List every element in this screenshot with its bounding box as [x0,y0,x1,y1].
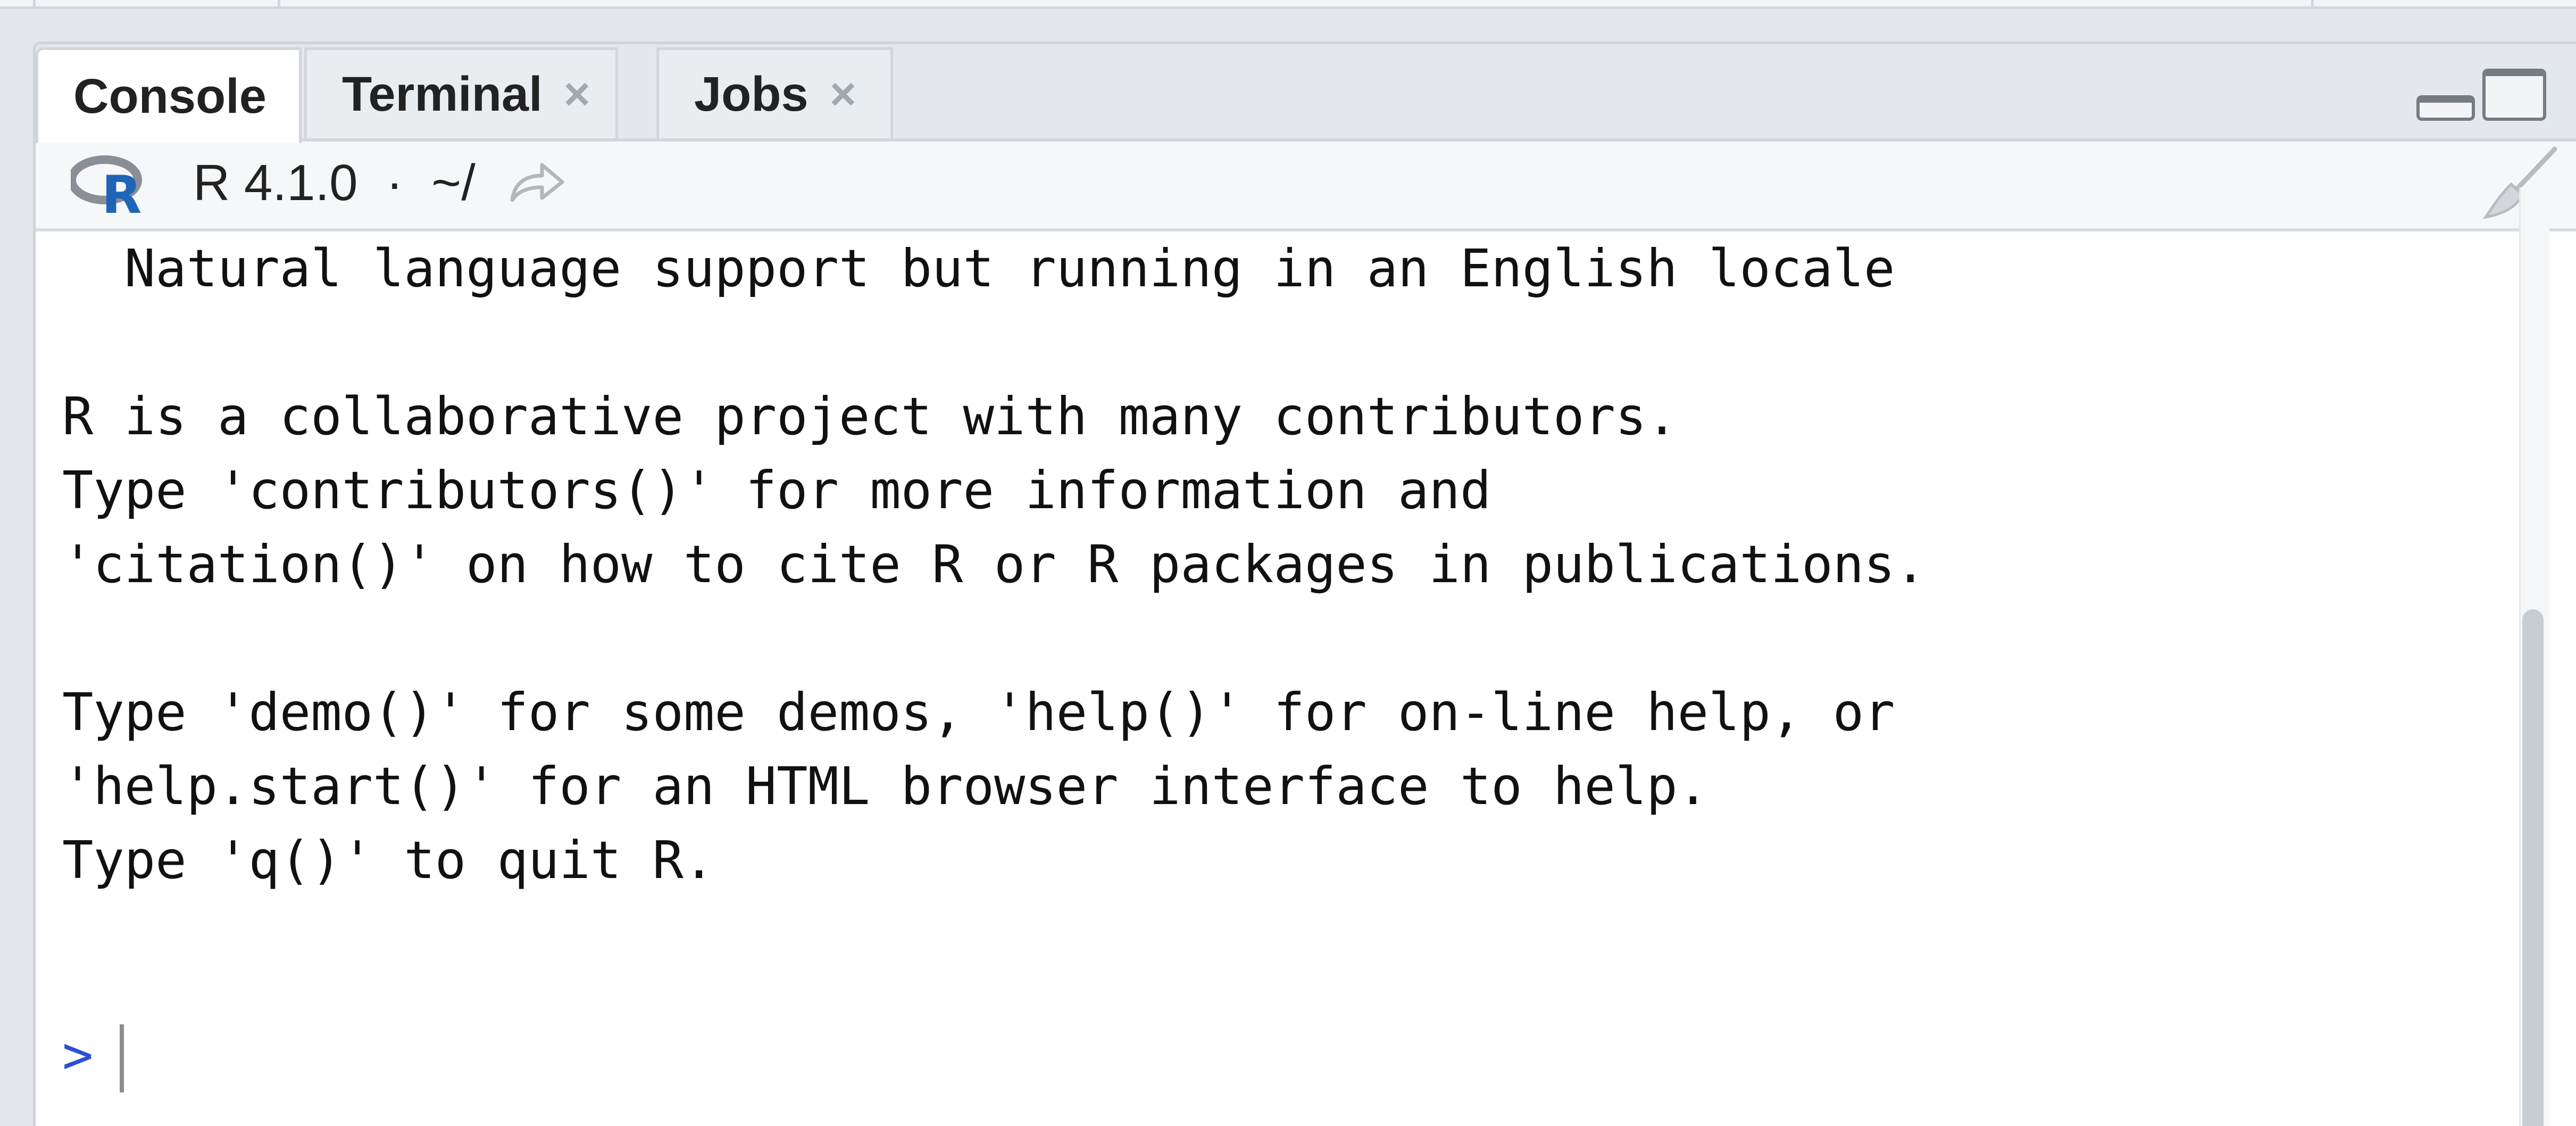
minimize-pane-icon[interactable] [2416,95,2475,121]
r-version: R 4.1.0 [193,154,358,211]
working-directory[interactable]: ~/ [431,154,476,211]
path-separator: · [386,154,403,211]
console-line: Type 'demo()' for some demos, 'help()' f… [62,682,1895,742]
console-line: Type 'contributors()' for more informati… [62,460,1491,520]
console-toolbar: R R 4.1.0 · ~/ [36,142,2576,231]
tab-console[interactable]: Console [36,47,302,143]
tab-jobs-label: Jobs [694,67,808,121]
console-line: R is a collaborative project with many c… [62,386,1678,446]
divider [33,0,36,6]
tab-console-label: Console [73,69,266,123]
r-version-path: R 4.1.0 · ~/ [193,151,476,215]
console-line: Type 'q()' to quit R. [62,830,715,890]
divider [278,0,280,6]
console-output[interactable]: Natural language support but running in … [36,231,2576,1126]
svg-text:R: R [102,165,141,217]
tab-bar: Console Terminal × Jobs × [36,44,2576,143]
r-logo-icon: R [71,155,142,217]
tab-terminal[interactable]: Terminal × [304,47,618,138]
maximize-pane-icon[interactable] [2482,69,2546,121]
divider [2311,0,2314,6]
upper-pane-edge [0,0,2576,9]
rstudio-console-pane-screen: Console Terminal × Jobs × R R 4.1.0 · ~/ [0,0,2576,1126]
console-prompt: > [62,1025,94,1085]
console-line: 'help.start()' for an HTML browser inter… [62,756,1709,816]
console-pane: Console Terminal × Jobs × R R 4.1.0 · ~/ [33,42,2576,1126]
close-icon[interactable]: × [830,68,856,121]
console-input-cursor[interactable] [120,1024,124,1092]
tab-terminal-label: Terminal [342,67,543,121]
console-line: Natural language support but running in … [62,238,1895,299]
console-startup-text: Natural language support but running in … [62,231,1926,897]
goto-directory-icon[interactable] [509,161,566,203]
console-scrollbar-thumb[interactable] [2522,609,2544,1126]
tab-jobs[interactable]: Jobs × [656,47,893,138]
console-line: 'citation()' on how to cite R or R packa… [62,534,1926,594]
close-icon[interactable]: × [564,68,590,121]
